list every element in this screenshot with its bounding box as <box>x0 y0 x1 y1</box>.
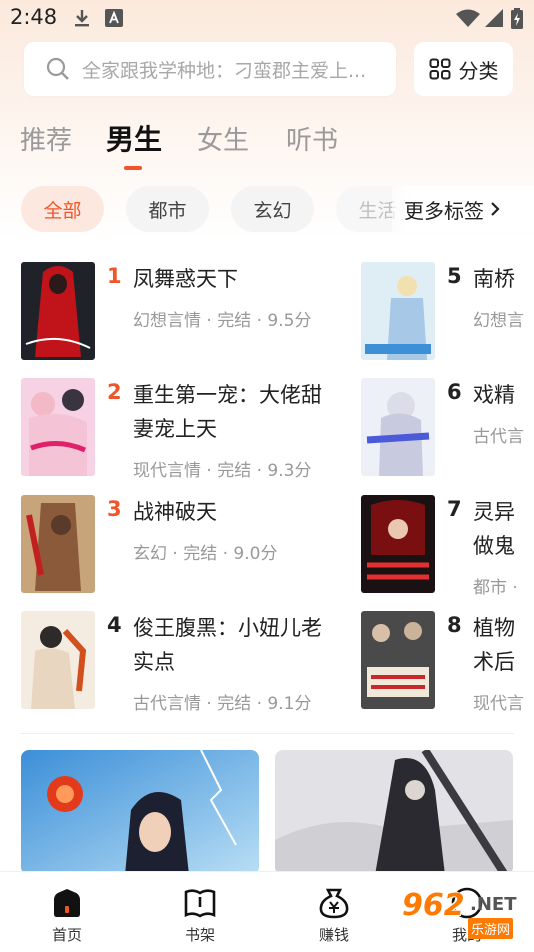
ranking-item[interactable]: 3 战神破天 玄幻 · 完结 · 9.0分 <box>21 495 341 595</box>
book-title-line2: 术后 <box>473 650 515 674</box>
book-meta: 现代言情 · 完结 · 9.3分 <box>133 461 312 481</box>
book-title: 凤舞惑天下 <box>133 267 238 291</box>
book-cover <box>361 262 435 360</box>
rank-number: 7 <box>447 497 462 521</box>
book-title-line1: 重生第一宠：大佬甜 <box>133 383 322 407</box>
watermark-brand: 962 <box>402 888 465 923</box>
rank-number: 1 <box>107 264 122 288</box>
more-tags-label: 更多标签 <box>404 198 484 223</box>
book-meta: 玄幻 · 完结 · 9.0分 <box>133 544 278 564</box>
search-placeholder: 全家跟我学种地：刁蛮郡主爱上... <box>82 59 367 82</box>
nav-bookshelf[interactable]: 书架 <box>160 872 240 952</box>
ranking-item[interactable]: 1 凤舞惑天下 幻想言情 · 完结 · 9.5分 <box>21 262 341 362</box>
signal-icon <box>485 9 503 27</box>
book-title-line2: 实点 <box>133 650 175 674</box>
tab-audiobook[interactable]: 听书 <box>286 120 338 157</box>
rank-number: 6 <box>447 380 462 404</box>
nav-home[interactable]: 首页 <box>27 872 107 952</box>
notification-a-icon <box>105 9 123 27</box>
book-title-line1: 俊王腹黑：小妞儿老 <box>133 616 322 640</box>
status-time: 2:48 <box>10 5 58 29</box>
ranking-item[interactable]: 6 戏精 古代言 <box>361 378 534 478</box>
category-button[interactable]: 分类 <box>414 42 513 96</box>
grid-icon <box>429 58 450 80</box>
book-cover <box>21 495 95 593</box>
book-cover <box>361 495 435 593</box>
banner-image <box>275 750 513 875</box>
book-title: 战神破天 <box>133 500 217 524</box>
rank-number: 2 <box>107 380 122 404</box>
ranking-item[interactable]: 5 南桥 幻想言 <box>361 262 534 362</box>
money-bag-icon <box>319 888 349 919</box>
watermark-net: .NET <box>470 894 517 915</box>
site-watermark: 962 .NET 乐游网 <box>398 886 528 944</box>
nav-earn-label: 赚钱 <box>318 926 349 944</box>
ranking-item[interactable]: 2 重生第一宠：大佬甜 妻宠上天 现代言情 · 完结 · 9.3分 <box>21 378 341 481</box>
watermark-sub: 乐游网 <box>468 918 514 939</box>
status-bar: 2:48 <box>0 0 534 36</box>
tab-female[interactable]: 女生 <box>197 120 249 157</box>
bookshelf-icon <box>184 889 216 918</box>
book-cover <box>21 611 95 709</box>
book-title-line1: 植物 <box>473 616 515 640</box>
download-icon <box>75 10 89 27</box>
nav-home-label: 首页 <box>51 926 82 944</box>
chevron-right-icon <box>491 202 500 216</box>
promo-banner[interactable] <box>275 750 513 875</box>
ranking-item[interactable]: 7 灵异 做鬼 都市 · <box>361 495 534 595</box>
tab-male[interactable]: 男生 <box>106 118 162 158</box>
book-meta: 幻想言情 · 完结 · 9.5分 <box>133 311 312 331</box>
book-title: 南桥 <box>473 267 515 291</box>
book-meta: 都市 · <box>473 578 518 595</box>
chip-urban[interactable]: 都市 <box>126 186 209 232</box>
nav-earn[interactable]: 赚钱 <box>294 872 374 952</box>
banner-image <box>21 750 259 875</box>
more-tags-button[interactable]: 更多标签 <box>392 186 534 232</box>
book-title: 戏精 <box>473 383 515 407</box>
chip-fantasy[interactable]: 玄幻 <box>231 186 314 232</box>
rank-number: 8 <box>447 613 462 637</box>
promo-banner[interactable] <box>21 750 259 875</box>
book-cover <box>21 378 95 476</box>
book-meta: 幻想言 <box>473 311 524 331</box>
book-cover <box>361 611 435 709</box>
search-input[interactable]: 全家跟我学种地：刁蛮郡主爱上... <box>24 42 396 96</box>
battery-icon <box>511 8 523 29</box>
search-icon <box>46 57 69 80</box>
rank-number: 5 <box>447 264 462 288</box>
tab-recommend[interactable]: 推荐 <box>20 120 72 157</box>
tab-indicator <box>124 166 142 170</box>
book-meta: 古代言 <box>473 427 524 447</box>
book-title-line2: 妻宠上天 <box>133 417 217 441</box>
wifi-icon <box>456 9 480 27</box>
rank-number: 4 <box>107 613 122 637</box>
nav-bookshelf-label: 书架 <box>184 926 215 944</box>
rank-number: 3 <box>107 497 122 521</box>
ranking-item[interactable]: 4 俊王腹黑：小妞儿老 实点 古代言情 · 完结 · 9.1分 <box>21 611 341 714</box>
ranking-item[interactable]: 8 植物 术后 现代言 <box>361 611 534 711</box>
chip-all[interactable]: 全部 <box>21 186 104 232</box>
book-meta: 古代言情 · 完结 · 9.1分 <box>133 694 312 714</box>
category-label: 分类 <box>458 58 499 83</box>
book-title-line2: 做鬼 <box>473 534 515 558</box>
book-title-line1: 灵异 <box>473 500 515 524</box>
book-cover <box>361 378 435 476</box>
home-icon <box>54 889 80 917</box>
section-divider <box>20 733 514 734</box>
book-meta: 现代言 <box>473 694 524 711</box>
book-cover <box>21 262 95 360</box>
